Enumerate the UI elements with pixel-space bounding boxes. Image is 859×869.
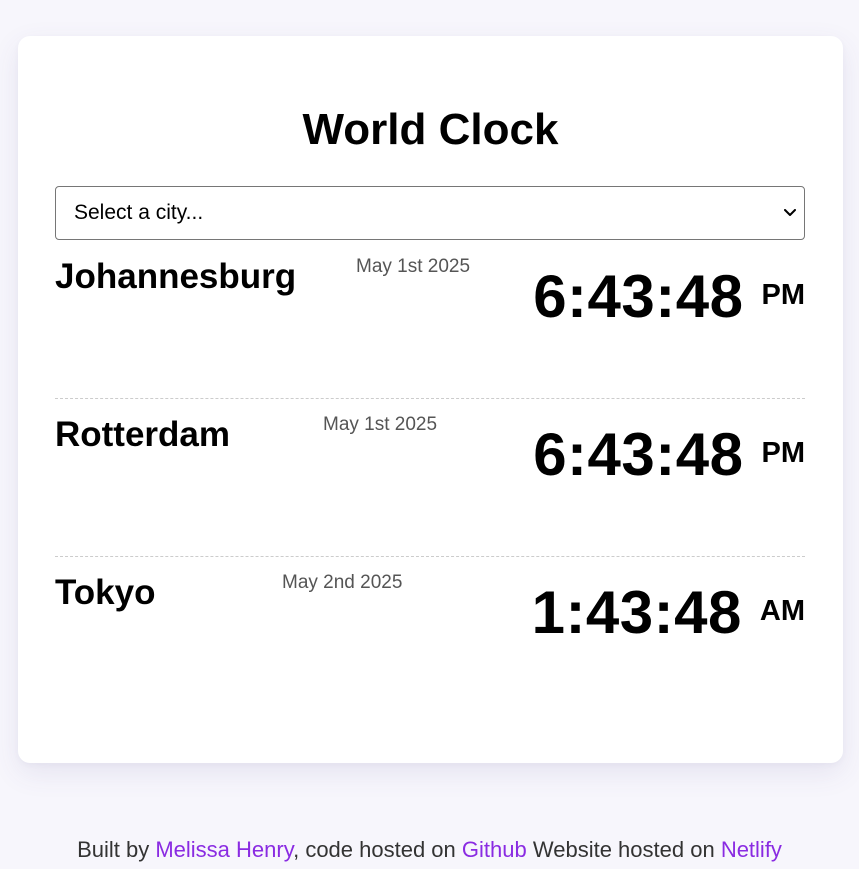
city-name: Rotterdam <box>55 415 231 454</box>
city-date: May 1st 2025 <box>323 414 438 435</box>
city-time: 6:43:48 <box>533 263 744 330</box>
netlify-link[interactable]: Netlify <box>721 837 782 862</box>
city-select[interactable]: Select a city... <box>55 186 805 240</box>
world-clock-card: World Clock Select a city... Johannesbur… <box>18 36 843 763</box>
city-row-tokyo: Tokyo May 2nd 2025 1:43:48 AM <box>55 556 805 714</box>
city-row-johannesburg: Johannesburg May 1st 2025 6:43:48 PM <box>55 240 805 399</box>
city-date: May 2nd 2025 <box>282 572 403 593</box>
author-link[interactable]: Melissa Henry <box>155 837 293 862</box>
city-time-display: 1:43:48 AM <box>532 578 805 648</box>
github-link[interactable]: Github <box>462 837 527 862</box>
city-name: Johannesburg <box>55 257 297 296</box>
city-time: 1:43:48 <box>531 579 742 646</box>
footer-prefix: Built by <box>77 837 150 862</box>
city-time-display: 6:43:48 PM <box>533 262 805 332</box>
city-time: 6:43:48 <box>533 421 744 488</box>
city-ampm: AM <box>759 594 805 627</box>
city-ampm: PM <box>761 278 806 311</box>
city-ampm: PM <box>761 436 806 469</box>
page-title: World Clock <box>302 105 559 154</box>
city-time-display: 6:43:48 PM <box>533 420 805 490</box>
footer-website-text: Website hosted on <box>532 837 715 862</box>
city-row-rotterdam: Rotterdam May 1st 2025 6:43:48 PM <box>55 398 805 557</box>
footer: Built by Melissa Henry, code hosted on G… <box>0 836 859 864</box>
city-name: Tokyo <box>55 573 156 612</box>
city-select-value: Select a city... <box>74 201 204 224</box>
footer-middle: , code hosted on <box>293 837 456 862</box>
chevron-down-icon <box>784 207 796 219</box>
city-date: May 1st 2025 <box>356 256 471 277</box>
